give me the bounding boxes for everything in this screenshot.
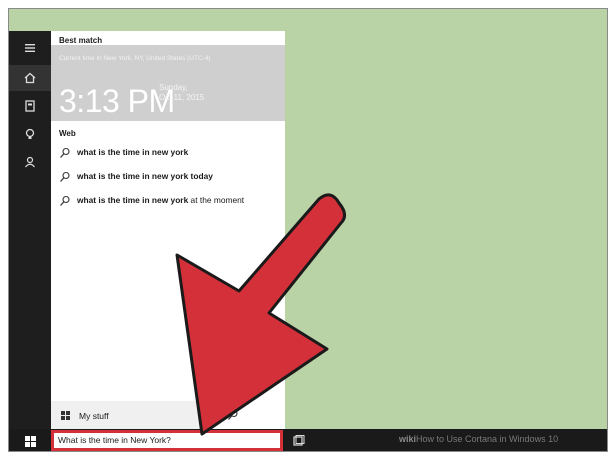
taskbar-search-input[interactable]: What is the time in New York? [51,430,283,451]
web-search-button[interactable] [211,401,285,429]
current-day: Sunday, [159,83,188,92]
best-match-header: Best match [59,36,103,45]
web-result-query: what is the time in new york today [77,171,213,181]
hamburger-menu-button[interactable] [9,35,51,61]
web-result-suffix: at the moment [188,195,245,205]
taskbar: What is the time in New York? wikiHow to… [9,429,607,451]
notebook-button[interactable] [9,93,51,119]
feedback-button[interactable] [9,149,51,175]
web-result-query: what is the time in new york [77,147,189,157]
home-button[interactable] [9,65,51,91]
start-button[interactable] [9,429,51,451]
web-result-query: what is the time in new york [77,195,189,205]
web-header: Web [59,129,76,138]
watermark: wikiHow to Use Cortana in Windows 10 [399,434,558,444]
feedback-icon [25,156,35,168]
watermark-brand: wiki [399,434,417,444]
search-icon [60,147,70,158]
search-icon [60,195,70,206]
lightbulb-icon [25,128,35,139]
current-date: Sunday, Oct 11, 2015 [159,83,204,103]
current-date-value: Oct 11, 2015 [159,93,205,102]
timezone-line: Current time in New York, NY, United Sta… [59,55,211,62]
search-icon [228,409,238,420]
my-stuff-label: My stuff [79,411,109,421]
task-view-icon[interactable] [291,433,307,449]
time-answer-card[interactable]: Current time in New York, NY, United Sta… [51,45,285,121]
notebook-icon [25,100,35,112]
home-icon [24,72,36,84]
current-time: 3:13 PM [59,83,175,119]
windows-logo-icon [24,435,36,447]
reminders-button[interactable] [9,121,51,147]
search-icon [60,171,70,182]
cortana-results-panel: Best match Current time in New York, NY,… [51,31,285,429]
windows-logo-icon [61,411,70,420]
hamburger-icon [25,44,35,52]
desktop-screen: Best match Current time in New York, NY,… [8,8,608,452]
watermark-text: How to Use Cortana in Windows 10 [416,434,559,444]
cortana-rail [9,31,51,429]
my-stuff-button[interactable]: My stuff [51,401,211,429]
